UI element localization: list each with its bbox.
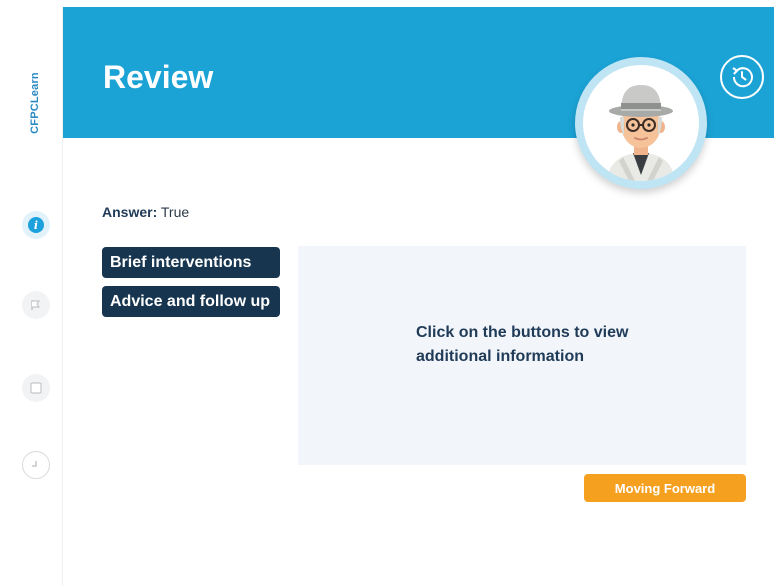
moving-forward-button[interactable]: Moving Forward <box>584 474 746 502</box>
info-icon: i <box>28 217 44 233</box>
info-panel: Click on the buttons to view additional … <box>298 246 746 465</box>
answer-text: Answer: True <box>102 204 189 220</box>
character-avatar <box>575 57 707 189</box>
avatar-portrait <box>583 65 699 181</box>
sidebar-notes-button[interactable] <box>22 374 50 402</box>
sidebar-timer-button[interactable] <box>22 451 50 479</box>
brand-logo-text: CFPCLearn <box>29 72 41 134</box>
elderly-man-icon <box>607 85 675 181</box>
brief-interventions-button[interactable]: Brief interventions <box>102 247 280 278</box>
history-button[interactable] <box>720 55 764 99</box>
notes-icon <box>30 382 42 394</box>
sidebar-flag-button[interactable] <box>22 291 50 319</box>
answer-label: Answer: <box>102 204 158 220</box>
brand-logo: CFPCLearn <box>24 55 46 151</box>
advice-follow-up-button[interactable]: Advice and follow up <box>102 286 280 317</box>
flag-icon <box>31 300 41 310</box>
sidebar-info-button[interactable]: i <box>22 211 50 239</box>
page-title: Review <box>103 59 214 95</box>
info-panel-text: Click on the buttons to view additional … <box>416 324 629 365</box>
answer-value: True <box>160 204 190 220</box>
clock-icon <box>32 461 37 467</box>
history-icon <box>732 67 753 88</box>
